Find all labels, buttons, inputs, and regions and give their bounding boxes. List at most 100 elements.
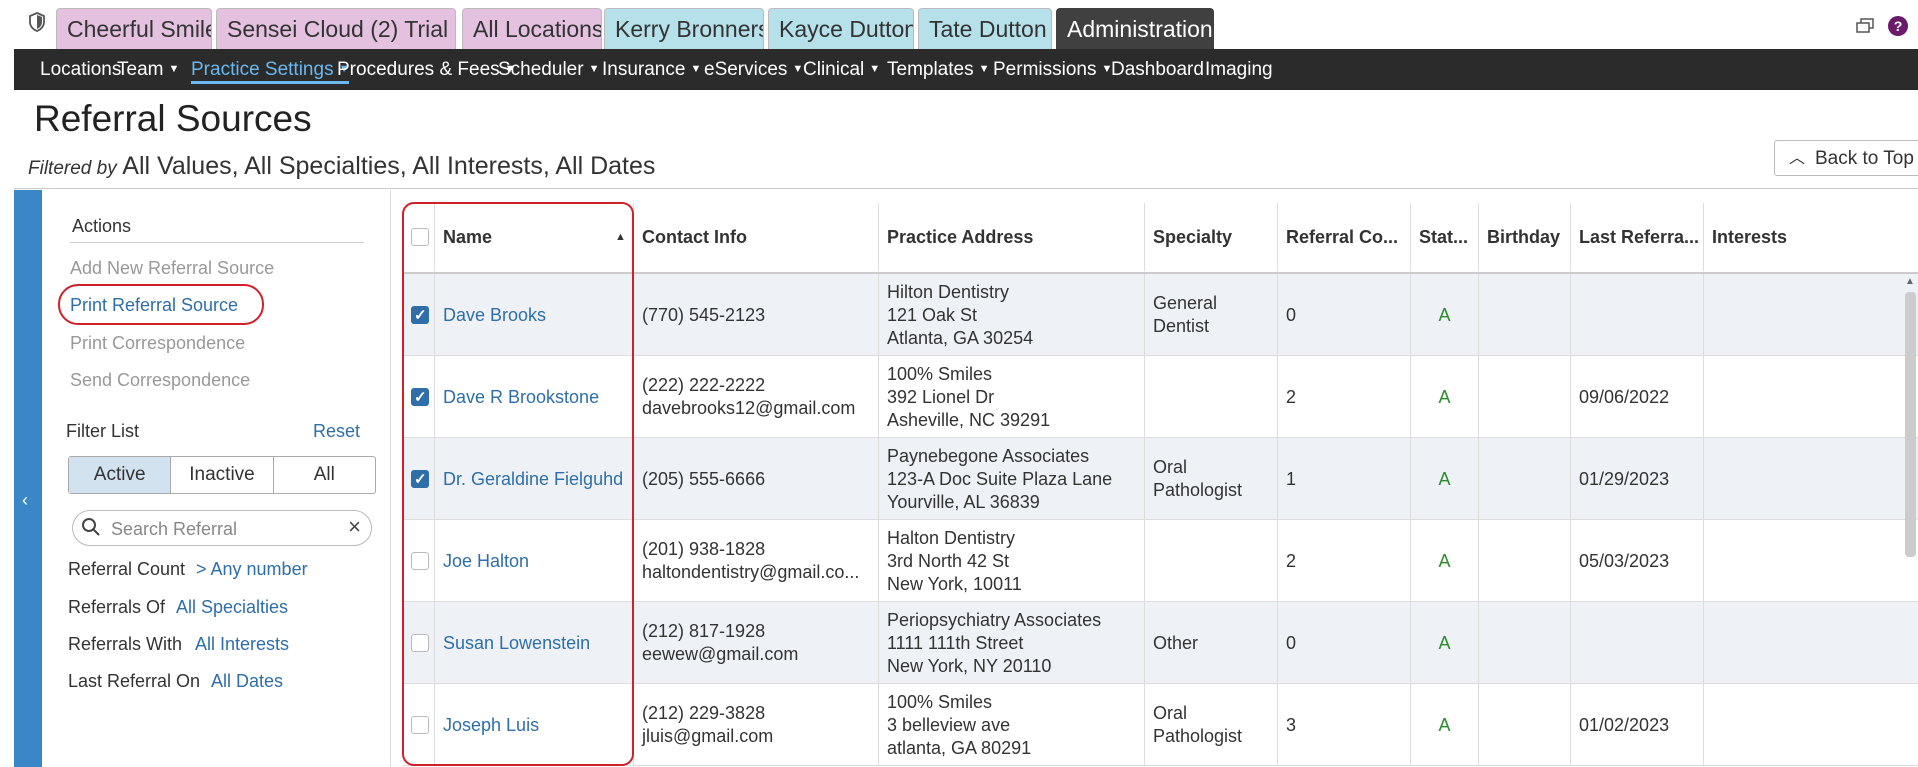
help-icon[interactable]: ? xyxy=(1888,16,1908,36)
address-cell: Hilton Dentistry 121 Oak St Atlanta, GA 30… xyxy=(879,274,1145,356)
scroll-up-icon[interactable]: ▲ xyxy=(1905,276,1915,287)
tab-tate-dutton[interactable]: Tate Dutton ✕ xyxy=(918,8,1052,49)
nav-team[interactable]: Team ▼ xyxy=(117,49,179,90)
cell-text: haltondentistry@gmail.co... xyxy=(642,562,860,582)
contact-cell: (212) 229-3828 jluis@gmail.com xyxy=(634,684,879,766)
nav-insurance[interactable]: Insurance ▼ xyxy=(602,49,701,90)
scrollbar-thumb[interactable] xyxy=(1905,292,1916,557)
interests-cell xyxy=(1704,520,1918,602)
tab-kayce-dutton[interactable]: Kayce Dutton ✕ xyxy=(768,8,914,49)
column-header-contact-info[interactable]: Contact Info xyxy=(634,203,879,271)
birthday-cell xyxy=(1479,438,1571,520)
last-referral-cell xyxy=(1571,274,1704,356)
tab-administration[interactable]: Administration ✕ xyxy=(1056,8,1214,49)
cell-text: Yourville, AL 36839 xyxy=(887,491,1040,512)
column-header-last-referral[interactable]: Last Referra... xyxy=(1571,203,1704,271)
nav-scheduler[interactable]: Scheduler ▼ xyxy=(498,49,599,90)
interests-cell xyxy=(1704,684,1918,766)
cell-text: 100% Smiles xyxy=(887,363,993,384)
search-icon xyxy=(81,517,101,543)
chevron-up-icon: ︿ xyxy=(1789,150,1806,167)
tab-sensei-cloud[interactable]: Sensei Cloud (2) Trial Sy... ✕ xyxy=(216,8,456,49)
nav-locations[interactable]: Locations xyxy=(40,49,121,90)
cell-text: 01/02/2023 xyxy=(1579,714,1670,735)
add-referral-source-action[interactable]: Add New Referral Source xyxy=(70,258,274,279)
contact-cell: (222) 222-2222 davebrooks12@gmail.com xyxy=(634,356,879,438)
nav-label: Procedures & Fees xyxy=(337,59,500,80)
tab-label: Tate Dutton xyxy=(929,15,1047,42)
cell-text: 1 xyxy=(1286,468,1297,489)
cell-text: Paynebegone Associates xyxy=(887,445,1090,466)
column-header-practice-address[interactable]: Practice Address xyxy=(879,203,1145,271)
cell-text: 0 xyxy=(1286,304,1297,325)
segment-inactive[interactable]: Inactive xyxy=(171,457,274,493)
caret-down-icon: ▼ xyxy=(978,63,990,76)
cell-text: Oral xyxy=(1153,457,1188,477)
segment-all[interactable]: All xyxy=(274,457,375,493)
cell-text: 1111 111th Street xyxy=(887,632,1024,653)
last-referral-cell: 05/03/2023 xyxy=(1571,520,1704,602)
nav-clinical[interactable]: Clinical ▼ xyxy=(803,49,880,90)
page-title: Referral Sources xyxy=(34,98,312,139)
divider xyxy=(14,188,1918,189)
nav-practice-settings[interactable]: Practice Settings ▼ xyxy=(191,49,350,90)
nav-templates[interactable]: Templates ▼ xyxy=(887,49,990,90)
nav-imaging[interactable]: Imaging xyxy=(1205,49,1273,90)
clear-icon[interactable]: × xyxy=(348,514,361,540)
cell-text: jluis@gmail.com xyxy=(642,726,774,746)
cell-text: 2 xyxy=(1286,550,1297,571)
collapse-panel-toggle[interactable]: ‹ xyxy=(14,190,42,767)
tab-label: Cheerful Smiles xyxy=(67,15,211,42)
cell-text: A xyxy=(1438,632,1451,653)
filtered-by-value: All Values, All Specialties, All Interes… xyxy=(122,152,656,180)
last-referral-cell: 01/29/2023 xyxy=(1571,438,1704,520)
filter-value-referrals-of[interactable]: All Specialties xyxy=(176,597,288,618)
status-cell: A xyxy=(1411,438,1479,520)
column-header-birthday[interactable]: Birthday xyxy=(1479,203,1571,271)
cell-text: Hilton Dentistry xyxy=(887,281,1010,302)
nav-procedures-fees[interactable]: Procedures & Fees ▼ xyxy=(337,49,516,90)
status-cell: A xyxy=(1411,602,1479,684)
window-icon[interactable] xyxy=(1856,18,1874,39)
send-correspondence-action[interactable]: Send Correspondence xyxy=(70,370,250,391)
nav-eservices[interactable]: eServices ▼ xyxy=(704,49,803,90)
cell-text: (205) 555-6666 xyxy=(642,468,766,489)
contact-cell: (770) 545-2123 xyxy=(634,274,879,356)
nav-permissions[interactable]: Permissions ▼ xyxy=(993,49,1112,90)
referral-count-cell: 2 xyxy=(1278,356,1411,438)
caret-down-icon: ▼ xyxy=(792,63,804,76)
cell-text: 01/29/2023 xyxy=(1579,468,1670,489)
referral-count-cell: 0 xyxy=(1278,602,1411,684)
reset-link[interactable]: Reset xyxy=(313,421,360,442)
last-referral-cell: 09/06/2022 xyxy=(1571,356,1704,438)
column-header-status[interactable]: Stat... xyxy=(1411,203,1479,271)
tab-kerry-bronners[interactable]: Kerry Bronners ✕ xyxy=(604,8,764,49)
column-header-specialty[interactable]: Specialty xyxy=(1145,203,1278,271)
nav-dashboard[interactable]: Dashboard xyxy=(1111,49,1204,90)
back-to-top-label: Back to Top xyxy=(1815,148,1914,169)
contact-cell: (212) 817-1928 eewew@gmail.com xyxy=(634,602,879,684)
birthday-cell xyxy=(1479,274,1571,356)
filter-value-last-referral[interactable]: All Dates xyxy=(211,671,283,692)
segment-active[interactable]: Active xyxy=(69,457,172,493)
status-segmented-control: Active Inactive All xyxy=(68,456,376,494)
address-cell: Halton Dentistry 3rd North 42 St New York,… xyxy=(879,520,1145,602)
filter-value-referral-count[interactable]: > Any number xyxy=(196,559,308,580)
column-header-referral-count[interactable]: Referral Co... xyxy=(1278,203,1411,271)
filter-value-referrals-with[interactable]: All Interests xyxy=(195,634,289,655)
cell-text: New York, NY 20110 xyxy=(887,655,1052,676)
cell-text: 0 xyxy=(1286,632,1297,653)
cell-text: 05/03/2023 xyxy=(1579,550,1670,571)
vertical-scrollbar[interactable]: ▲ xyxy=(1902,276,1918,767)
cell-text: Periopsychiatry Associates xyxy=(887,609,1102,630)
search-input[interactable] xyxy=(109,515,333,543)
nav-label: Dashboard xyxy=(1111,59,1204,80)
back-to-top-button[interactable]: ︿ Back to Top xyxy=(1774,140,1918,176)
column-header-interests[interactable]: Interests xyxy=(1704,203,1918,271)
interests-cell xyxy=(1704,356,1918,438)
tab-cheerful-smiles[interactable]: Cheerful Smiles + xyxy=(56,8,212,49)
tab-all-locations[interactable]: All Locations ✕ xyxy=(462,8,602,49)
cell-text: 3rd North 42 St xyxy=(887,550,1010,571)
filter-label-referrals-with: Referrals With xyxy=(68,634,183,654)
print-correspondence-action[interactable]: Print Correspondence xyxy=(70,333,245,354)
